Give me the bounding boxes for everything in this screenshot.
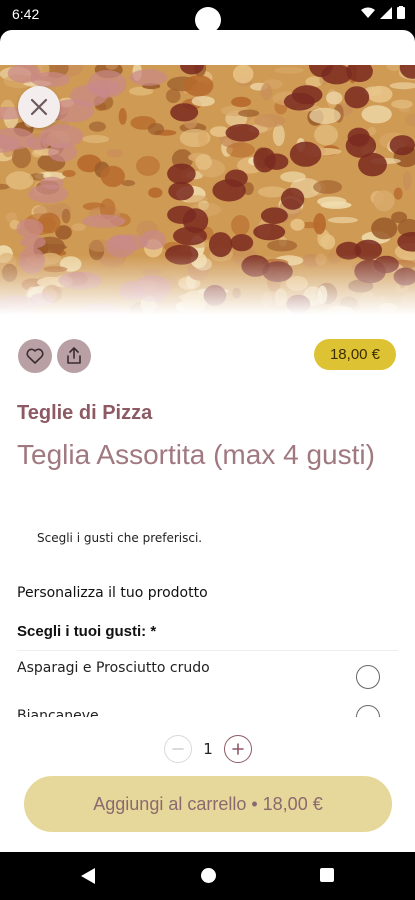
close-button[interactable]	[18, 86, 60, 128]
heart-icon	[26, 348, 44, 364]
product-sheet: 18,00 € Teglie di Pizza Teglia Assortita…	[0, 30, 415, 852]
product-title: Teglia Assortita (max 4 gusti)	[17, 439, 375, 470]
status-time: 6:42	[12, 6, 40, 22]
status-icons	[361, 6, 405, 19]
flavor-radio[interactable]	[356, 705, 380, 717]
status-bar: 6:42	[0, 0, 415, 33]
minus-icon	[172, 748, 184, 750]
plus-icon	[232, 743, 244, 755]
signal-icon	[380, 6, 392, 19]
product-image	[0, 65, 415, 315]
flavors-group-title: Scegli i tuoi gusti: *	[17, 623, 157, 640]
favorite-button[interactable]	[18, 339, 52, 373]
increase-quantity-button[interactable]	[224, 735, 252, 763]
flavor-option[interactable]: Biancaneve	[17, 705, 398, 717]
navigation-bar	[0, 852, 415, 900]
flavor-options-list[interactable]: Asparagi e Prosciutto crudo Biancaneve	[0, 655, 415, 717]
flavor-radio[interactable]	[356, 665, 380, 689]
back-icon[interactable]	[80, 867, 96, 885]
product-category: Teglie di Pizza	[17, 402, 153, 424]
share-icon	[67, 347, 81, 364]
close-icon	[30, 98, 48, 116]
quantity-stepper: 1	[162, 735, 254, 765]
share-button[interactable]	[57, 339, 91, 373]
quantity-value: 1	[203, 740, 213, 758]
customize-heading: Personalizza il tuo prodotto	[17, 585, 208, 601]
price-badge: 18,00 €	[314, 339, 396, 370]
flavor-option-label: Asparagi e Prosciutto crudo	[17, 660, 210, 676]
decrease-quantity-button[interactable]	[164, 735, 192, 763]
recents-icon[interactable]	[319, 867, 335, 883]
wifi-icon	[361, 7, 375, 18]
home-icon[interactable]	[200, 867, 217, 884]
add-to-cart-button[interactable]: Aggiungi al carrello • 18,00 €	[24, 776, 392, 832]
battery-icon	[397, 6, 405, 19]
flavor-option-label: Biancaneve	[17, 708, 99, 717]
divider	[17, 650, 398, 651]
product-description: Scegli i gusti che preferisci.	[37, 531, 203, 545]
flavor-option[interactable]: Asparagi e Prosciutto crudo	[17, 659, 398, 689]
